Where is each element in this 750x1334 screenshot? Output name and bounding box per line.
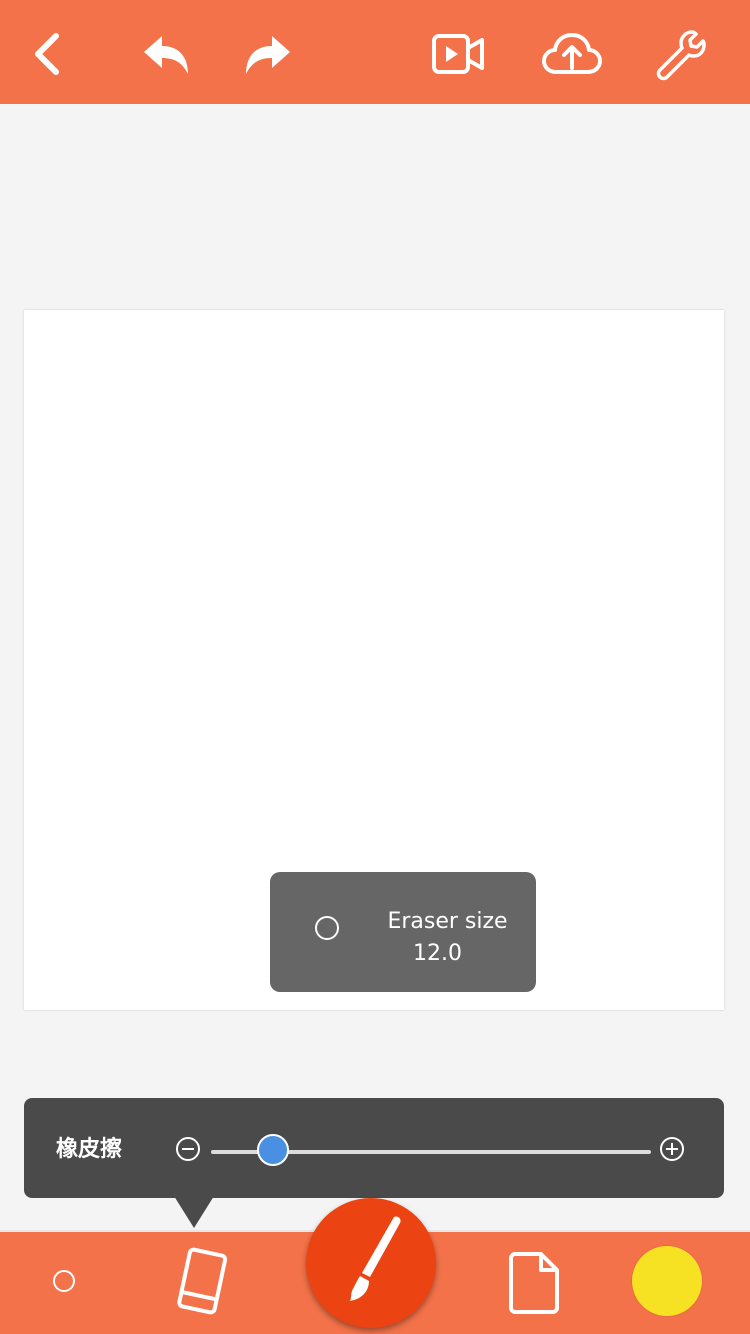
- eraser-preview-circle: [315, 916, 339, 940]
- minus-icon: [182, 1148, 194, 1150]
- color-swatch[interactable]: [632, 1246, 702, 1316]
- record-video-button[interactable]: [426, 22, 490, 86]
- cloud-upload-icon: [542, 33, 602, 74]
- panel-pointer: [174, 1196, 214, 1228]
- settings-button[interactable]: [648, 22, 712, 86]
- brush-icon: [350, 1216, 401, 1301]
- undo-button[interactable]: [134, 22, 198, 86]
- top-toolbar: [0, 0, 750, 104]
- eraser-size-panel: 橡皮擦: [24, 1098, 724, 1198]
- redo-button[interactable]: [236, 22, 300, 86]
- back-icon: [35, 33, 59, 75]
- brush-size-dot[interactable]: [53, 1270, 75, 1292]
- size-slider-thumb[interactable]: [256, 1134, 289, 1166]
- wrench-icon: [656, 30, 706, 81]
- brush-tool-button[interactable]: [306, 1198, 436, 1328]
- undo-icon: [144, 36, 188, 74]
- page-icon: [509, 1252, 559, 1314]
- page-tool-button[interactable]: [504, 1248, 564, 1318]
- eraser-size-toast: Eraser size 12.0: [270, 872, 536, 992]
- increase-size-button[interactable]: [660, 1137, 684, 1161]
- toast-value: 12.0: [413, 941, 462, 966]
- toast-label: Eraser size: [387, 909, 508, 934]
- eraser-label: 橡皮擦: [56, 1137, 123, 1162]
- eraser-tool-button[interactable]: [170, 1246, 234, 1318]
- decrease-size-button[interactable]: [176, 1137, 200, 1161]
- upload-button[interactable]: [540, 22, 604, 86]
- plus-icon-v: [671, 1143, 673, 1155]
- back-button[interactable]: [16, 22, 80, 86]
- eraser-icon: [177, 1247, 228, 1315]
- redo-icon: [246, 36, 290, 74]
- video-icon: [432, 34, 484, 74]
